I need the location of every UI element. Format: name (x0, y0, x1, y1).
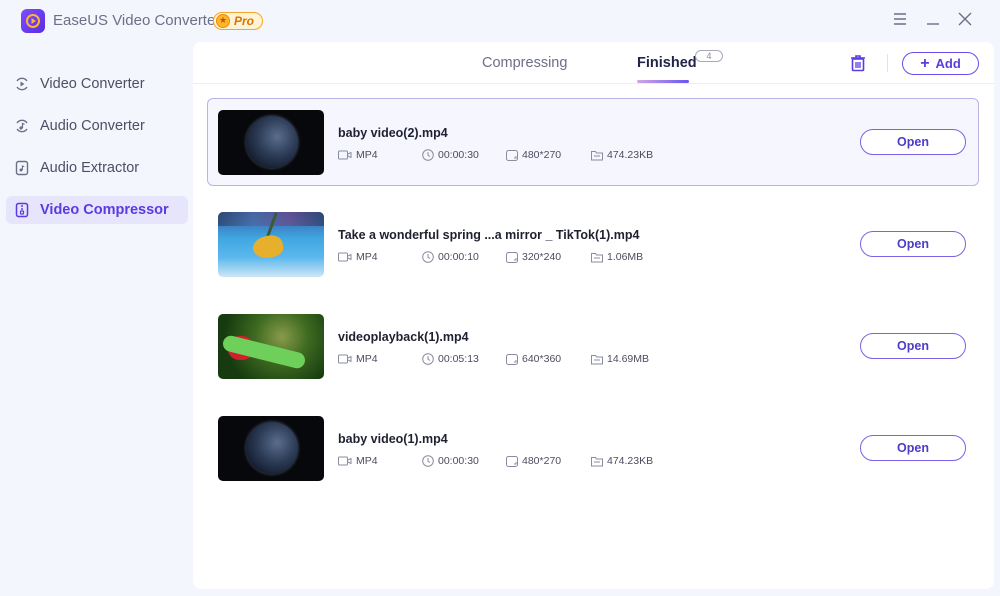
tab-compressing[interactable]: Compressing (482, 55, 567, 71)
file-format: MP4 (338, 455, 378, 467)
sidebar-item-audio-converter[interactable]: Audio Converter (6, 112, 188, 140)
list-item[interactable]: baby video(1).mp4 MP4 00:00:30 480*270 4… (207, 404, 979, 492)
file-duration: 00:00:10 (422, 251, 479, 263)
menu-icon[interactable] (893, 10, 907, 31)
file-size: 474.23KB (591, 455, 653, 467)
sidebar-item-audio-extractor[interactable]: Audio Extractor (6, 154, 188, 182)
app-logo-icon (21, 9, 45, 33)
audio-extract-icon (14, 160, 30, 176)
clock-icon (422, 455, 434, 467)
file-format: MP4 (338, 149, 378, 161)
file-name: baby video(1).mp4 (338, 432, 448, 446)
file-size: 14.69MB (591, 353, 649, 365)
video-camera-icon (338, 456, 352, 466)
file-name: videoplayback(1).mp4 (338, 330, 469, 344)
plus-icon: + (920, 54, 930, 72)
video-camera-icon (338, 354, 352, 364)
delete-all-button[interactable] (849, 54, 867, 72)
finished-count-badge: 4 (695, 50, 723, 62)
file-duration: 00:00:30 (422, 455, 479, 467)
video-camera-icon (338, 252, 352, 262)
add-button[interactable]: + Add (902, 52, 979, 75)
file-resolution: 480*270 (506, 455, 561, 467)
sidebar-item-video-converter[interactable]: Video Converter (6, 70, 188, 98)
sidebar-item-label: Audio Converter (40, 118, 145, 134)
sidebar-item-label: Video Compressor (40, 202, 169, 218)
main-panel: Compressing Finished 4 + Add baby video(… (193, 42, 994, 589)
app-title: EaseUS Video Converter (53, 12, 221, 29)
add-button-label: Add (935, 56, 961, 71)
resolution-icon (506, 149, 518, 161)
list-item[interactable]: baby video(2).mp4 MP4 00:00:30 480*270 4… (207, 98, 979, 186)
open-button[interactable]: Open (860, 333, 966, 359)
video-thumbnail (218, 416, 324, 481)
file-format: MP4 (338, 353, 378, 365)
minimize-icon[interactable] (926, 10, 940, 31)
list-item[interactable]: Take a wonderful spring ...a mirror _ Ti… (207, 200, 979, 288)
video-thumbnail (218, 314, 324, 379)
open-button[interactable]: Open (860, 435, 966, 461)
folder-icon (591, 252, 603, 262)
folder-icon (591, 354, 603, 364)
audio-convert-icon (14, 118, 30, 134)
folder-icon (591, 456, 603, 466)
file-name: baby video(2).mp4 (338, 126, 448, 140)
sidebar-item-video-compressor[interactable]: Video Compressor (6, 196, 188, 224)
video-thumbnail (218, 212, 324, 277)
file-name: Take a wonderful spring ...a mirror _ Ti… (338, 228, 640, 242)
pro-badge[interactable]: ★ Pro (213, 12, 263, 30)
active-tab-indicator (637, 80, 689, 83)
open-button[interactable]: Open (860, 129, 966, 155)
video-camera-icon (338, 150, 352, 160)
file-size: 1.06MB (591, 251, 643, 263)
clock-icon (422, 251, 434, 263)
toolbar-divider (887, 54, 888, 72)
folder-icon (591, 150, 603, 160)
open-button[interactable]: Open (860, 231, 966, 257)
file-resolution: 640*360 (506, 353, 561, 365)
list-item[interactable]: videoplayback(1).mp4 MP4 00:05:13 640*36… (207, 302, 979, 390)
file-resolution: 480*270 (506, 149, 561, 161)
tab-finished[interactable]: Finished (637, 55, 697, 71)
pro-badge-label: Pro (234, 14, 255, 28)
file-format: MP4 (338, 251, 378, 263)
video-convert-icon (14, 76, 30, 92)
sidebar-item-label: Audio Extractor (40, 160, 140, 176)
sidebar-item-label: Video Converter (40, 76, 145, 92)
clock-icon (422, 149, 434, 161)
file-duration: 00:05:13 (422, 353, 479, 365)
video-compress-icon (14, 202, 30, 218)
file-resolution: 320*240 (506, 251, 561, 263)
close-icon[interactable] (958, 10, 972, 31)
video-thumbnail (218, 110, 324, 175)
resolution-icon (506, 251, 518, 263)
resolution-icon (506, 455, 518, 467)
clock-icon (422, 353, 434, 365)
star-icon: ★ (216, 14, 230, 28)
title-bar: EaseUS Video Converter ★ Pro (0, 0, 1000, 42)
file-duration: 00:00:30 (422, 149, 479, 161)
trash-icon (849, 55, 867, 76)
tabs-bar: Compressing Finished 4 + Add (193, 42, 994, 84)
file-size: 474.23KB (591, 149, 653, 161)
resolution-icon (506, 353, 518, 365)
